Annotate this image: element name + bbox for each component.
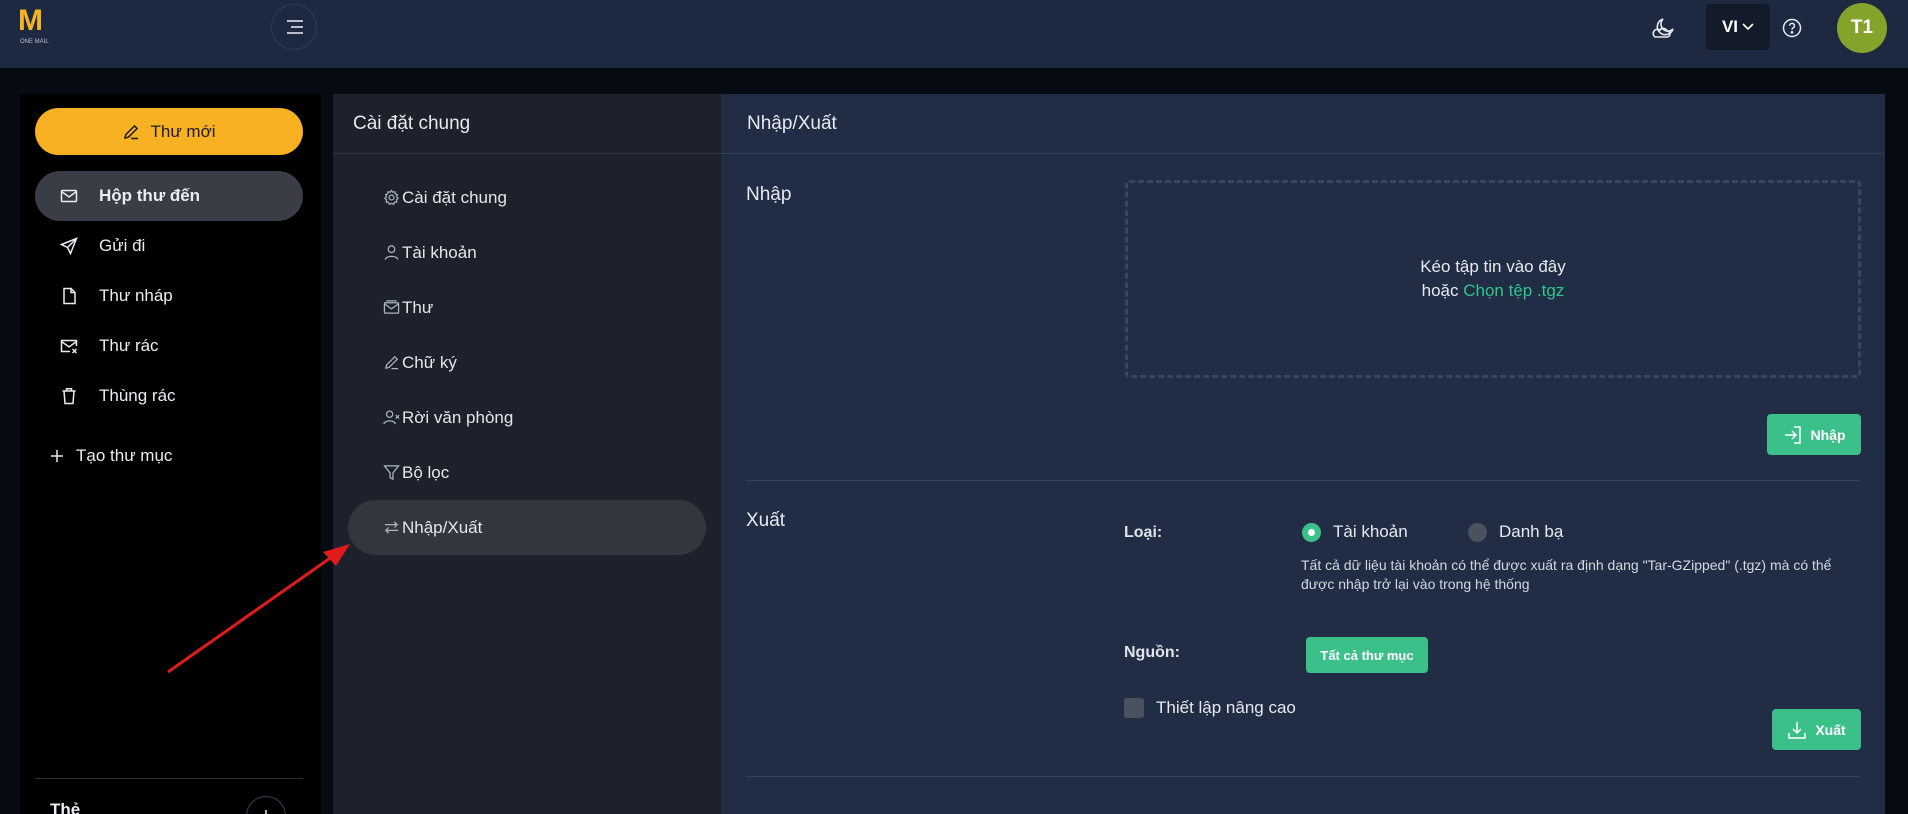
dropzone-choose-row: hoặc Chọn tệp .tgz [1422,281,1565,301]
spam-icon [60,339,78,354]
sidebar-item-trash[interactable]: Thùng rác [35,371,303,421]
page-scrollbar[interactable] [1890,94,1908,814]
advanced-settings-checkbox[interactable]: Thiết lập nâng cao [1124,698,1296,718]
settings-item-label: Nhập/Xuất [402,517,483,537]
radio-account[interactable]: Tài khoản [1302,522,1408,542]
sidebar-item-label: Thư rác [99,336,159,355]
language-selector[interactable]: VI [1706,4,1770,50]
compose-label: Thư mới [150,121,216,141]
swap-icon [384,521,399,534]
pen-icon [385,355,399,370]
import-button-label: Nhập [1810,426,1846,443]
logo-subtitle: ONE MAIL [20,39,49,45]
sidebar-item-label: Thùng rác [99,386,176,405]
compose-button[interactable]: Thư mới [35,108,303,155]
language-code: VI [1721,17,1739,36]
plus-icon [51,450,63,462]
choose-file-link[interactable]: Chọn tệp .tgz [1463,281,1564,300]
help-button[interactable] [1781,17,1803,39]
chevron-down-icon [1742,23,1754,31]
export-source-label: Nguồn: [1124,644,1180,661]
export-button-label: Xuất [1815,721,1846,738]
settings-item-label: Cài đặt chung [402,187,507,207]
settings-menu-title: Cài đặt chung [333,94,721,154]
user-avatar[interactable]: T1 [1837,3,1887,53]
settings-item-signature[interactable]: Chữ ký [348,335,706,390]
settings-item-filters[interactable]: Bộ lọc [348,445,706,500]
settings-item-label: Tài khoản [402,242,477,262]
export-type-label: Loại: [1124,524,1163,541]
checkbox-box [1124,698,1144,718]
menu-toggle-button[interactable] [271,4,317,50]
draft-icon [63,287,76,305]
app-logo[interactable]: M ONE MAIL [18,6,60,48]
moon-cloud-icon [1652,18,1674,38]
settings-item-label: Rời văn phòng [402,407,514,427]
filter-icon [383,465,400,481]
create-folder-button[interactable]: Tạo thư mục [50,446,172,466]
settings-menu: Cài đặt chung Cài đặt chung Tài khoản Th… [333,94,721,814]
pencil-icon [124,124,139,139]
trash-icon [62,388,76,405]
settings-item-out-of-office[interactable]: Rời văn phòng [348,390,706,445]
add-tag-button[interactable] [246,796,286,814]
settings-item-label: Thư [402,297,434,317]
sidebar-divider [35,778,303,779]
section-divider [746,776,1861,777]
export-description: Tất cả dữ liệu tài khoản có thể được xuấ… [1301,557,1832,592]
settings-item-general[interactable]: Cài đặt chung [348,170,706,225]
hamburger-icon [287,20,303,34]
checkbox-label: Thiết lập nâng cao [1156,698,1296,717]
theme-toggle-button[interactable] [1648,14,1678,44]
import-section-title: Nhập [746,184,792,205]
import-export-panel: Nhập/Xuất Nhập Kéo tập tin vào đây hoặc … [721,94,1885,814]
settings-item-label: Bộ lọc [402,462,450,482]
radio-indicator [1468,522,1487,542]
top-bar: M ONE MAIL VI T1 [0,0,1908,68]
help-circle-icon [1782,18,1802,38]
send-icon [60,237,78,255]
user-icon [384,245,399,260]
dropzone-text: Kéo tập tin vào đây [1420,257,1566,276]
panel-title: Nhập/Xuất [721,94,1885,154]
logo-mark: M [18,4,43,37]
sidebar-item-label: Gửi đi [99,236,146,255]
export-button[interactable]: Xuất [1772,709,1861,750]
file-dropzone[interactable]: Kéo tập tin vào đây hoặc Chọn tệp .tgz [1125,180,1861,378]
import-icon [1784,425,1801,444]
radio-label: Tài khoản [1333,522,1408,541]
sidebar-item-inbox[interactable]: Hộp thư đến [35,171,303,221]
source-button-label: Tất cả thư mục [1320,647,1414,663]
import-button[interactable]: Nhập [1767,414,1861,455]
gear-icon [383,189,400,205]
sidebar-item-label: Hộp thư đến [99,186,201,205]
dropzone-or-text: hoặc [1421,281,1459,300]
mail-sidebar: Thư mới Hộp thư đến Gửi đi Thư nháp Thư … [20,94,321,814]
source-all-folders-button[interactable]: Tất cả thư mục [1306,637,1428,673]
settings-item-mail[interactable]: Thư [348,280,706,335]
plus-icon [265,810,267,814]
settings-item-account[interactable]: Tài khoản [348,225,706,280]
radio-contacts[interactable]: Danh bạ [1468,522,1563,542]
settings-item-import-export[interactable]: Nhập/Xuất [348,500,706,555]
sidebar-item-label: Thư nháp [99,286,173,305]
radio-label: Danh bạ [1499,522,1564,541]
settings-item-label: Chữ ký [402,352,457,372]
tags-heading: Thẻ [50,800,81,814]
export-section-title: Xuất [746,510,786,531]
sidebar-item-sent[interactable]: Gửi đi [35,221,303,271]
mail-stack-icon [383,300,400,314]
user-x-icon [383,410,400,425]
sidebar-item-drafts[interactable]: Thư nháp [35,271,303,321]
create-folder-label: Tạo thư mục [76,446,173,465]
mail-icon [60,189,78,203]
radio-selected-indicator [1302,522,1321,542]
section-divider [746,480,1861,481]
download-icon [1788,721,1807,739]
sidebar-item-spam[interactable]: Thư rác [35,321,303,371]
